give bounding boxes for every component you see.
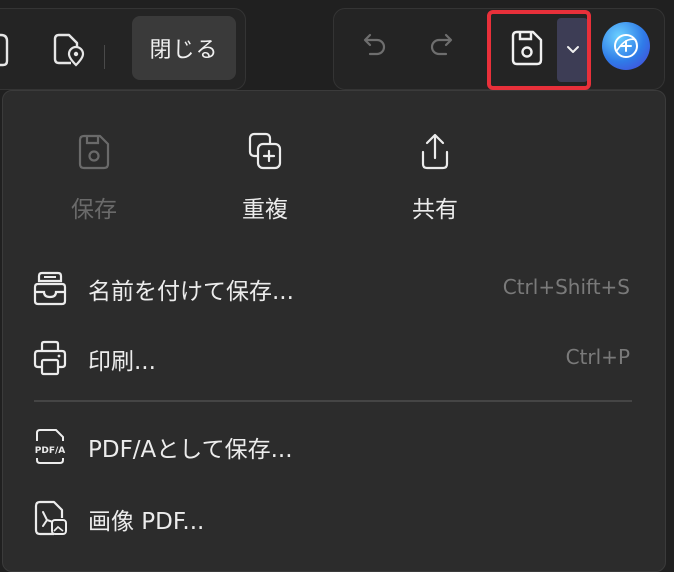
menu-divider <box>34 400 632 402</box>
svg-text:PDF/A: PDF/A <box>35 446 66 456</box>
save-as-icon <box>32 270 68 306</box>
menu-item-image-pdf[interactable]: 画像 PDF... <box>22 492 642 544</box>
save-icon <box>74 130 114 174</box>
image-pdf-icon <box>32 500 68 536</box>
share-icon <box>415 130 455 174</box>
menu-item-shortcut: Ctrl+Shift+S <box>502 275 630 299</box>
menu-item-shortcut: Ctrl+P <box>565 345 630 369</box>
close-button[interactable]: 閉じる <box>132 16 236 80</box>
document-icon[interactable] <box>0 31 13 67</box>
ai-assistant-icon <box>614 34 638 58</box>
pdfa-icon: PDF/A <box>32 428 68 464</box>
top-toolbar: 閉じる <box>0 0 674 92</box>
menu-item-save-pdfa[interactable]: PDF/A PDF/Aとして保存... <box>22 420 642 472</box>
menu-share-label: 共有 <box>412 197 458 223</box>
menu-duplicate-label: 重複 <box>242 197 288 223</box>
menu-item-save-as[interactable]: 名前を付けて保存... Ctrl+Shift+S <box>22 262 642 314</box>
duplicate-icon <box>245 130 285 174</box>
highlight-box <box>487 10 591 90</box>
toolbar-divider <box>104 45 105 69</box>
menu-item-label: PDF/Aとして保存... <box>88 437 293 463</box>
menu-save-label: 保存 <box>71 197 117 223</box>
menu-item-label: 名前を付けて保存... <box>88 279 294 305</box>
printer-icon <box>32 340 68 376</box>
menu-item-print[interactable]: 印刷... Ctrl+P <box>22 332 642 384</box>
menu-item-label: 画像 PDF... <box>88 509 205 535</box>
undo-icon[interactable] <box>358 30 388 60</box>
ai-assistant-button[interactable] <box>602 22 650 70</box>
menu-item-label: 印刷... <box>88 349 156 375</box>
location-icon[interactable] <box>49 29 89 69</box>
redo-icon[interactable] <box>428 30 458 60</box>
